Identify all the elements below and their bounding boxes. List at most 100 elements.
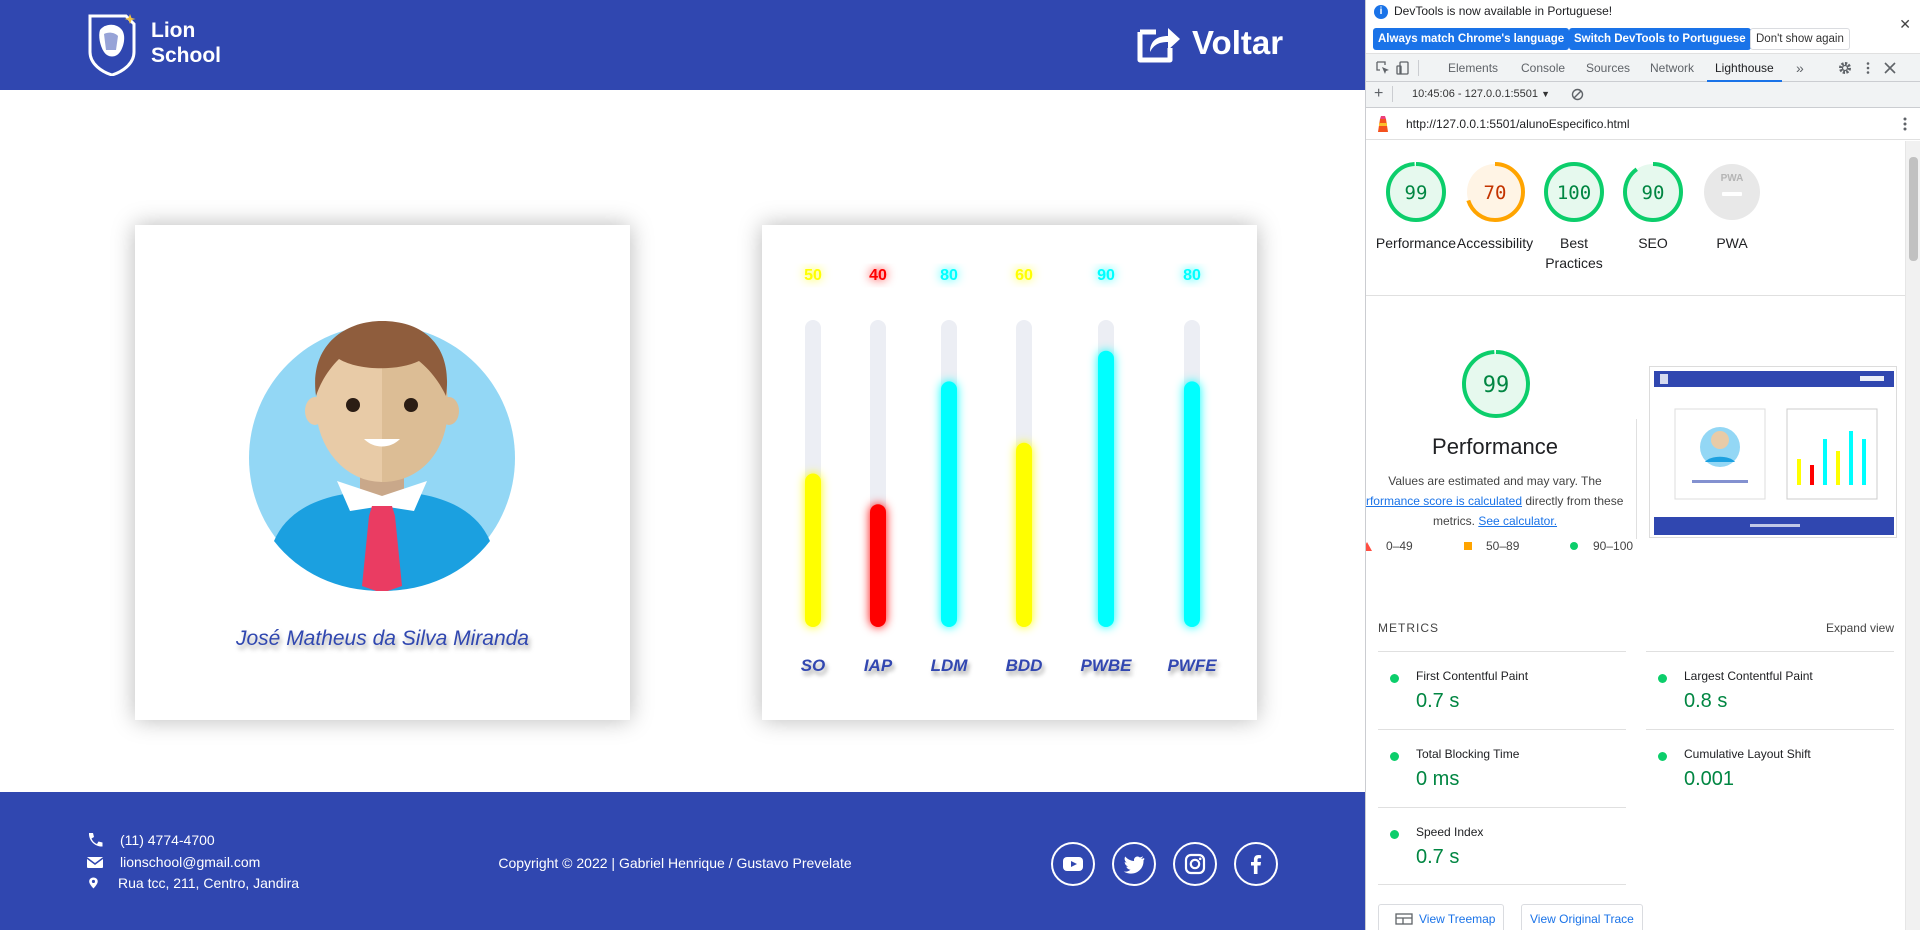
gauge-label: PWA bbox=[1716, 235, 1748, 251]
legend-fail: 0–49 bbox=[1386, 539, 1413, 553]
see-calculator-link[interactable]: See calculator. bbox=[1478, 514, 1557, 528]
expand-view-toggle[interactable]: Expand view bbox=[1826, 621, 1894, 635]
devtools-tabbar: Elements Console Sources Network Lightho… bbox=[1366, 54, 1920, 82]
facebook-icon bbox=[1251, 855, 1262, 874]
average-square-icon bbox=[1464, 542, 1472, 550]
twitter-icon bbox=[1123, 856, 1145, 874]
gauge-ring: 100 bbox=[1544, 162, 1604, 222]
site-header: Lion School Voltar bbox=[0, 0, 1365, 90]
tab-console[interactable]: Console bbox=[1521, 54, 1565, 82]
map-pin-icon bbox=[89, 877, 98, 889]
report-menu-icon[interactable] bbox=[1903, 117, 1907, 131]
desc-text-3: metrics. bbox=[1432, 514, 1475, 528]
metric-value: 0.7 s bbox=[1416, 846, 1460, 868]
metric-si: Speed Index 0.7 s bbox=[1378, 807, 1626, 885]
report-select-value: 10:45:06 - 127.0.0.1:5501 bbox=[1412, 88, 1538, 100]
legend-pass: 90–100 bbox=[1593, 539, 1634, 553]
scrollbar-thumb[interactable] bbox=[1909, 157, 1918, 261]
more-tabs-icon[interactable]: » bbox=[1796, 54, 1804, 82]
phone-icon bbox=[88, 833, 103, 847]
lion-logo-icon[interactable] bbox=[86, 10, 138, 76]
metric-name: Total Blocking Time bbox=[1416, 747, 1520, 761]
gauge-score: 99 bbox=[1405, 182, 1428, 204]
instagram-link[interactable] bbox=[1173, 842, 1217, 886]
toolbar-divider bbox=[1392, 86, 1393, 102]
gear-icon[interactable] bbox=[1838, 61, 1852, 75]
infobar-message: DevTools is now available in Portuguese! bbox=[1394, 4, 1613, 18]
metric-value: 0.7 s bbox=[1416, 690, 1460, 712]
twitter-link[interactable] bbox=[1112, 842, 1156, 886]
metric-cls: Cumulative Layout Shift 0.001 bbox=[1646, 729, 1894, 807]
dont-show-again-button[interactable]: Don't show again bbox=[1750, 28, 1850, 50]
metric-name: Speed Index bbox=[1416, 825, 1484, 839]
metric-value: 0 ms bbox=[1416, 768, 1460, 790]
device-toolbar-icon[interactable] bbox=[1396, 61, 1410, 75]
metric-value: 0.8 s bbox=[1684, 690, 1728, 712]
data-label: 90 bbox=[1097, 267, 1115, 284]
lighthouse-toolbar: + 10:45:06 - 127.0.0.1:5501 ▼ bbox=[1366, 82, 1920, 108]
lighthouse-icon bbox=[1378, 116, 1388, 132]
close-devtools-icon[interactable] bbox=[1883, 61, 1897, 75]
metric-value: 0.001 bbox=[1684, 768, 1735, 790]
metric-name: Cumulative Layout Shift bbox=[1684, 747, 1811, 761]
youtube-icon bbox=[1063, 857, 1083, 871]
category-label: LDM bbox=[931, 656, 969, 675]
pass-circle-icon bbox=[1390, 830, 1399, 839]
score-calculation-link[interactable]: performance score is calculated bbox=[1366, 494, 1522, 508]
report-scrollbar[interactable] bbox=[1905, 141, 1920, 930]
data-label: 40 bbox=[869, 267, 887, 284]
gauge-ring: PWA bbox=[1704, 164, 1760, 220]
tab-sources[interactable]: Sources bbox=[1586, 54, 1630, 82]
tab-elements[interactable]: Elements bbox=[1448, 54, 1498, 82]
new-report-icon[interactable]: + bbox=[1374, 85, 1383, 103]
gauge-ring: 70 bbox=[1465, 162, 1525, 222]
report-select[interactable]: 10:45:06 - 127.0.0.1:5501 ▼ bbox=[1412, 88, 1550, 100]
language-infobar: i DevTools is now available in Portugues… bbox=[1366, 0, 1920, 54]
data-label: 80 bbox=[940, 267, 958, 284]
instagram-icon bbox=[1184, 853, 1206, 875]
street-address: Rua tcc, 211, Centro, Jandira bbox=[118, 875, 300, 891]
category-label: IAP bbox=[864, 656, 893, 675]
student-avatar bbox=[249, 321, 515, 591]
address-contact: Rua tcc, 211, Centro, Jandira bbox=[88, 875, 299, 891]
view-treemap-button[interactable]: View Treemap bbox=[1378, 904, 1505, 930]
phone-number: (11) 4774-4700 bbox=[120, 832, 215, 848]
inspect-element-icon[interactable] bbox=[1376, 61, 1390, 75]
legend-average: 50–89 bbox=[1486, 539, 1520, 553]
view-trace-button[interactable]: View Original Trace bbox=[1521, 904, 1643, 930]
youtube-link[interactable] bbox=[1051, 842, 1095, 886]
lighthouse-report: 99 Performance 70 Accessibility 100 Best Pract… bbox=[1366, 141, 1906, 930]
student-name: José Matheus da Silva Miranda bbox=[236, 627, 529, 650]
gauge-pwa[interactable]: PWA PWA bbox=[1684, 159, 1780, 253]
close-icon[interactable]: ✕ bbox=[1899, 16, 1911, 33]
data-label: 50 bbox=[804, 267, 822, 284]
brand-line-1: Lion bbox=[151, 19, 196, 42]
kebab-menu-icon[interactable] bbox=[1861, 61, 1875, 75]
page-screenshot-thumbnail[interactable] bbox=[1649, 366, 1897, 538]
pass-circle-icon bbox=[1390, 674, 1399, 683]
performance-description: Values are estimated and may vary. The p… bbox=[1366, 471, 1624, 531]
gauge-ring: 90 bbox=[1623, 162, 1683, 222]
gauge-score: 90 bbox=[1642, 182, 1665, 204]
gauge-ring: 99 bbox=[1386, 162, 1446, 222]
chevron-down-icon: ▼ bbox=[1541, 89, 1550, 99]
tab-network[interactable]: Network bbox=[1650, 54, 1694, 82]
toolbar-divider bbox=[1418, 60, 1419, 76]
metric-lcp: Largest Contentful Paint 0.8 s bbox=[1646, 651, 1894, 729]
facebook-link[interactable] bbox=[1234, 842, 1278, 886]
clear-icon[interactable] bbox=[1571, 88, 1584, 101]
back-button[interactable]: Voltar bbox=[1136, 22, 1283, 64]
bar-bdd bbox=[1016, 442, 1032, 627]
fail-triangle-icon bbox=[1366, 542, 1372, 551]
bar-so bbox=[805, 473, 821, 627]
data-label: 60 bbox=[1015, 267, 1033, 284]
treemap-icon bbox=[1395, 913, 1413, 925]
match-language-button[interactable]: Always match Chrome's language bbox=[1373, 28, 1570, 50]
grades-chart: 50 SO 40 IAP 80 LDM 60 BDD 90 PWBE 80 PWFE bbox=[801, 267, 1217, 675]
category-label: BDD bbox=[1006, 656, 1043, 675]
tab-lighthouse[interactable]: Lighthouse bbox=[1707, 54, 1782, 82]
switch-language-button[interactable]: Switch DevTools to Portuguese bbox=[1569, 28, 1751, 50]
performance-gauge-large: 99 bbox=[1462, 350, 1530, 418]
share-arrow-icon bbox=[1137, 28, 1180, 63]
devtools-panel: i DevTools is now available in Portugues… bbox=[1365, 0, 1920, 930]
